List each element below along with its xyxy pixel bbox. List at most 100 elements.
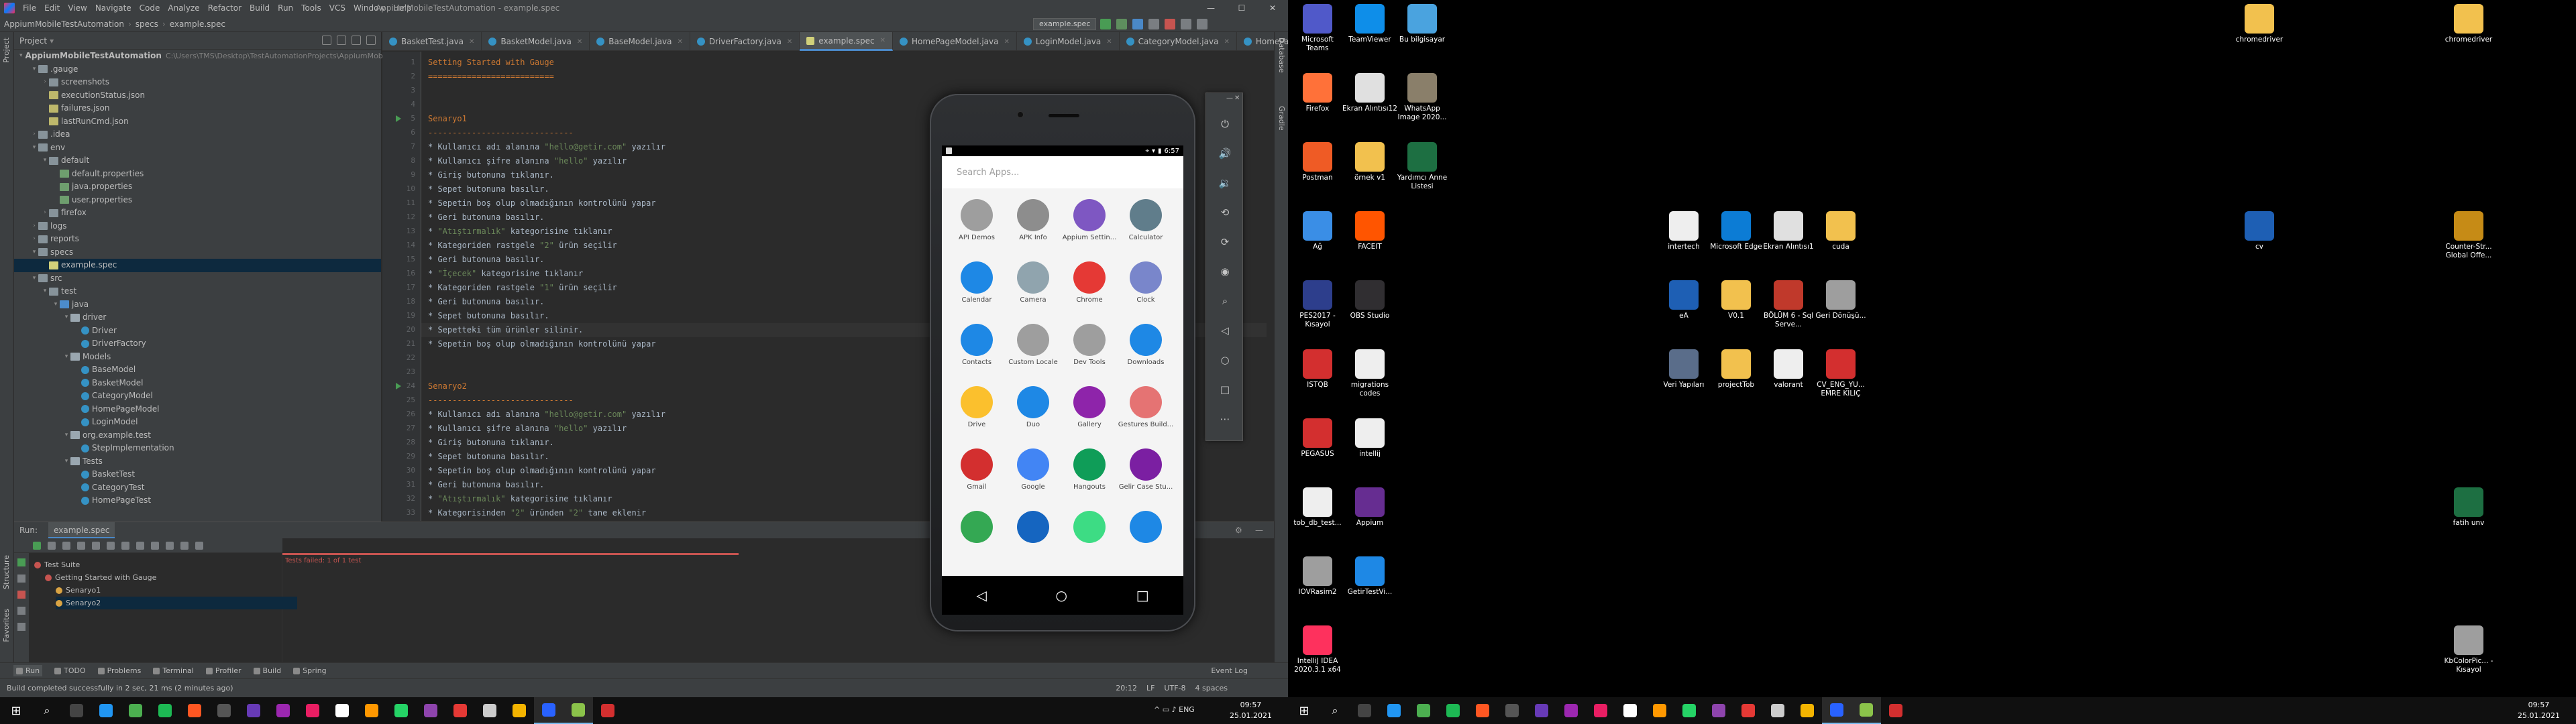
- app-icon-appium-settin-[interactable]: Appium Settin...: [1061, 199, 1118, 241]
- hide-panel-icon[interactable]: —: [1255, 526, 1263, 535]
- taskbar-app[interactable]: [1704, 697, 1733, 724]
- pin-icon[interactable]: [17, 623, 25, 631]
- tree-item[interactable]: StepImplementation: [14, 442, 381, 455]
- desktop-icon[interactable]: IOVRasim2: [1289, 556, 1346, 597]
- app-icon-unlabeled[interactable]: [949, 511, 1005, 543]
- home-icon[interactable]: ○: [1056, 587, 1067, 603]
- desktop-icon[interactable]: Ekran Alıntısı12: [1342, 73, 1398, 113]
- taskbar-app[interactable]: [1645, 697, 1674, 724]
- chevron-down-icon[interactable]: ▾: [50, 36, 54, 46]
- desktop-icon[interactable]: chromedriver: [2231, 4, 2288, 44]
- taskbar-app[interactable]: [62, 697, 91, 724]
- app-icon-contacts[interactable]: Contacts: [949, 324, 1005, 366]
- project-panel-title[interactable]: Project: [19, 36, 47, 46]
- chevron-down-icon[interactable]: ▾: [30, 246, 38, 259]
- desktop-icon[interactable]: BÖLÜM 6 - Sql Serve...: [1760, 280, 1817, 329]
- taskbar-app[interactable]: [1438, 697, 1468, 724]
- desktop-icon[interactable]: eA: [1656, 280, 1712, 320]
- tree-item[interactable]: › logs: [14, 220, 381, 233]
- desktop-icon[interactable]: KbColorPic... - Kısayol: [2440, 625, 2497, 674]
- editor-tab[interactable]: BaseModel.java ✕: [590, 32, 690, 51]
- windows-start-icon[interactable]: ⊞: [1288, 697, 1320, 724]
- tree-item[interactable]: failures.json: [14, 102, 381, 115]
- sort-icon[interactable]: [77, 541, 85, 550]
- taskbar-app[interactable]: [180, 697, 209, 724]
- tree-item[interactable]: lastRunCmd.json: [14, 115, 381, 129]
- taskbar-app[interactable]: [1615, 697, 1645, 724]
- taskbar-app[interactable]: [1379, 697, 1409, 724]
- app-icon-calendar[interactable]: Calendar: [949, 261, 1005, 304]
- volume-down-icon[interactable]: 🔉: [1217, 175, 1233, 191]
- editor-tab[interactable]: HomePageModel.java ✕: [893, 32, 1017, 51]
- gear-icon[interactable]: [352, 36, 361, 45]
- tree-item[interactable]: ▾ .gauge: [14, 63, 381, 76]
- profile-icon[interactable]: [1148, 19, 1159, 29]
- app-icon-hangouts[interactable]: Hangouts: [1061, 448, 1118, 491]
- taskbar-app[interactable]: [298, 697, 327, 724]
- tree-item[interactable]: example.spec: [14, 259, 381, 272]
- desktop-icon[interactable]: cuda: [1813, 211, 1869, 251]
- taskbar-app[interactable]: [327, 697, 357, 724]
- tool-window-spring[interactable]: Spring: [293, 666, 327, 675]
- tree-item[interactable]: executionStatus.json: [14, 89, 381, 103]
- home-icon[interactable]: ○: [1217, 352, 1233, 368]
- app-icon-unlabeled[interactable]: [1005, 511, 1061, 543]
- chevron-right-icon[interactable]: ›: [30, 220, 38, 233]
- chevron-right-icon[interactable]: ›: [41, 206, 49, 220]
- tool-window-todo[interactable]: TODO: [54, 666, 86, 675]
- taskbar-app[interactable]: [1468, 697, 1497, 724]
- chevron-down-icon[interactable]: ▾: [62, 351, 70, 364]
- layout-icon[interactable]: [17, 607, 25, 615]
- chevron-down-icon[interactable]: ▾: [52, 298, 60, 312]
- previous-test-icon[interactable]: [136, 541, 144, 550]
- show-passed-icon[interactable]: [48, 541, 56, 550]
- taskbar-app[interactable]: [1497, 697, 1527, 724]
- taskbar-app[interactable]: [504, 697, 534, 724]
- tree-item[interactable]: › .idea: [14, 128, 381, 141]
- system-tray[interactable]: ^ ▭ ♪ ENG: [1154, 705, 1195, 714]
- rotate-left-icon[interactable]: ⟲: [1217, 204, 1233, 221]
- file-encoding[interactable]: UTF-8: [1164, 684, 1185, 692]
- app-icon-clock[interactable]: Clock: [1118, 261, 1174, 304]
- taskbar-app[interactable]: [386, 697, 416, 724]
- app-icon-unlabeled[interactable]: [1061, 511, 1118, 543]
- app-icon-google[interactable]: Google: [1005, 448, 1061, 491]
- search-everywhere-icon[interactable]: [1197, 19, 1208, 29]
- chevron-right-icon[interactable]: ›: [41, 76, 49, 89]
- avd-manager-icon[interactable]: [1181, 19, 1191, 29]
- taskbar-app[interactable]: [1409, 697, 1438, 724]
- app-icon-downloads[interactable]: Downloads: [1118, 324, 1174, 366]
- collapse-all-icon[interactable]: [121, 541, 129, 550]
- desktop-icon[interactable]: Veri Yapıları: [1656, 349, 1712, 389]
- close-icon[interactable]: ✕: [469, 38, 474, 46]
- tree-item[interactable]: CategoryModel: [14, 389, 381, 403]
- tree-item[interactable]: HomePageTest: [14, 494, 381, 507]
- structure-tool-tab[interactable]: Structure: [2, 555, 11, 589]
- desktop-icon[interactable]: intertech: [1656, 211, 1712, 251]
- show-ignored-icon[interactable]: [62, 541, 70, 550]
- taskbar-app[interactable]: [534, 697, 564, 724]
- gear-icon[interactable]: ⚙: [1235, 526, 1242, 535]
- app-icon-gallery[interactable]: Gallery: [1061, 386, 1118, 428]
- coverage-icon[interactable]: [1132, 19, 1143, 29]
- app-icon-apk-info[interactable]: APK Info: [1005, 199, 1061, 241]
- close-icon[interactable]: ✕: [677, 38, 682, 46]
- search-icon[interactable]: [195, 541, 203, 550]
- desktop-icon[interactable]: Microsoft Edge: [1708, 211, 1764, 251]
- status-message[interactable]: Build completed successfully in 2 sec, 2…: [7, 684, 233, 692]
- taskbar-app[interactable]: [1822, 697, 1851, 724]
- app-icon-dev-tools[interactable]: Dev Tools: [1061, 324, 1118, 366]
- taskbar-app[interactable]: [1792, 697, 1822, 724]
- desktop-icon[interactable]: Firefox: [1289, 73, 1346, 113]
- app-icon-gestures-build-[interactable]: Gestures Build...: [1118, 386, 1174, 428]
- desktop-icon[interactable]: Postman: [1289, 142, 1346, 182]
- tree-item[interactable]: HomePageModel: [14, 403, 381, 416]
- minimize-icon[interactable]: —: [1226, 95, 1233, 102]
- tree-item[interactable]: CategoryTest: [14, 481, 381, 495]
- taskbar-app[interactable]: [1674, 697, 1704, 724]
- collapse-all-icon[interactable]: [337, 36, 346, 45]
- editor-tab[interactable]: DriverFactory.java ✕: [690, 32, 800, 51]
- back-icon[interactable]: ◁: [976, 587, 986, 603]
- hide-icon[interactable]: [366, 36, 376, 45]
- close-icon[interactable]: ✕: [1224, 38, 1229, 46]
